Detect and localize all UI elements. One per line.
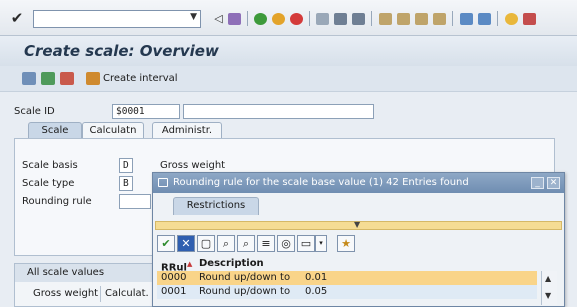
overview-icon[interactable]	[22, 72, 36, 85]
shortcut-icon[interactable]	[476, 10, 493, 27]
column-description[interactable]: Description	[199, 257, 264, 271]
filter-icon[interactable]: ◎	[277, 235, 295, 252]
back-arrow-icon[interactable]: ◁	[210, 10, 227, 27]
cell-value: 0.05	[305, 286, 328, 297]
vertical-scrollbar[interactable]: ▲ ▼	[541, 271, 557, 305]
restrictions-toggle-bar[interactable]: ▼	[155, 220, 562, 230]
enter-check-icon[interactable]: ✔	[8, 9, 26, 27]
cell-rrul: 0001	[161, 286, 187, 297]
find-next-icon[interactable]: ⌕	[237, 235, 255, 252]
expand-arrow-icon[interactable]: ▼	[354, 220, 360, 229]
sort-asc-icon: ▲	[186, 260, 193, 268]
cell-description: Round up/down to	[199, 272, 291, 283]
print-icon[interactable]: ▭	[297, 235, 315, 252]
popup-title: Rounding rule for the scale base value (…	[173, 177, 469, 188]
cell-value: 0.01	[305, 272, 328, 283]
previous-page-icon[interactable]	[395, 10, 412, 27]
command-field[interactable]: ▼	[33, 10, 201, 28]
minimize-icon[interactable]: _	[531, 177, 544, 189]
application-toolbar: Create interval	[0, 66, 577, 92]
last-page-icon[interactable]	[431, 10, 448, 27]
scroll-down-icon[interactable]: ▼	[545, 291, 551, 300]
scale-description-field[interactable]	[183, 104, 374, 119]
confirm-check-icon[interactable]: ✔	[157, 235, 175, 252]
exit-icon[interactable]	[270, 10, 287, 27]
column-rrul[interactable]: RRul▲	[161, 257, 193, 273]
chevron-down-icon[interactable]: ▼	[190, 12, 197, 22]
create-interval-label: Create interval	[103, 73, 178, 84]
save-icon[interactable]	[226, 10, 243, 27]
toolbar-separator	[452, 11, 453, 26]
scroll-up-icon[interactable]: ▲	[545, 274, 551, 283]
find-next-icon[interactable]	[350, 10, 367, 27]
customize-layout-icon[interactable]	[521, 10, 538, 27]
create-interval-button[interactable]: Create interval	[86, 72, 178, 85]
new-document-icon[interactable]: ▢	[197, 235, 215, 252]
find-icon[interactable]: ⌕	[217, 235, 235, 252]
toolbar-separator	[309, 11, 310, 26]
scale-type-label: Scale type	[22, 178, 75, 189]
cell-description: Round up/down to	[199, 286, 291, 297]
create-session-icon[interactable]	[458, 10, 475, 27]
tab-calculation[interactable]: Calculatn	[82, 122, 144, 139]
window-icon	[158, 178, 168, 187]
rounding-rule-label: Rounding rule	[22, 196, 92, 207]
toolbar-separator	[497, 11, 498, 26]
table-row[interactable]: 0000 Round up/down to 0.01	[157, 271, 537, 285]
column-gross-weight[interactable]: Gross weight	[15, 286, 101, 302]
cancel-x-icon[interactable]: ✕	[177, 235, 195, 252]
insert-row-icon[interactable]	[41, 72, 55, 85]
sort-icon[interactable]: ≡	[257, 235, 275, 252]
cancel-icon[interactable]	[288, 10, 305, 27]
popup-title-bar: Rounding rule for the scale base value (…	[153, 173, 564, 193]
page-title: Create scale: Overview	[24, 42, 219, 60]
scale-id-field[interactable]: $0001	[112, 104, 180, 119]
title-bar: Create scale: Overview	[0, 36, 577, 66]
table-row[interactable]: 0001 Round up/down to 0.05	[157, 285, 537, 299]
all-scale-values-table: All scale values Gross weight Calculat. …	[14, 263, 156, 307]
scale-type-field[interactable]: B	[119, 176, 133, 191]
close-icon[interactable]: ✕	[547, 177, 560, 189]
delete-row-icon[interactable]	[60, 72, 74, 85]
tab-scale[interactable]: Scale	[28, 122, 82, 139]
tab-administration[interactable]: Administr.	[152, 122, 222, 139]
next-page-icon[interactable]	[413, 10, 430, 27]
scale-basis-text: Gross weight	[160, 160, 226, 171]
print-menu-chevron-icon[interactable]: ▾	[315, 235, 327, 252]
first-page-icon[interactable]	[377, 10, 394, 27]
system-toolbar: ✔ ▼ ◁	[0, 0, 577, 36]
favorite-icon[interactable]: ★	[337, 235, 355, 252]
all-scale-values-title: All scale values	[15, 264, 153, 282]
table-icon	[86, 72, 100, 85]
find-icon[interactable]	[332, 10, 349, 27]
scale-basis-label: Scale basis	[22, 160, 78, 171]
back-icon[interactable]	[252, 10, 269, 27]
cell-rrul: 0000	[161, 272, 187, 283]
tab-restrictions[interactable]: Restrictions	[173, 197, 259, 215]
value-help-popup: Rounding rule for the scale base value (…	[152, 172, 565, 307]
toolbar-separator	[371, 11, 372, 26]
rounding-rule-field[interactable]	[119, 194, 151, 209]
help-icon[interactable]	[503, 10, 520, 27]
scale-basis-field[interactable]: D	[119, 158, 133, 173]
scale-id-label: Scale ID	[14, 106, 55, 117]
print-icon[interactable]	[314, 10, 331, 27]
toolbar-separator	[247, 11, 248, 26]
